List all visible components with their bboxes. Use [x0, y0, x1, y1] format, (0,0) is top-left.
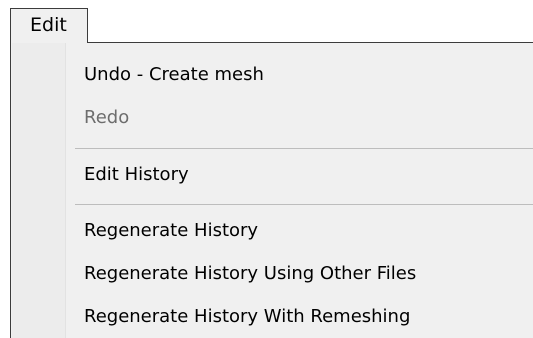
menu-item-regenerate-history-other-files[interactable]: Regenerate History Using Other Files — [84, 256, 416, 292]
edit-menu-dropdown: Undo - Create mesh Redo Edit History Reg… — [10, 42, 533, 338]
menu-separator — [75, 148, 533, 149]
menu-header-seam — [11, 41, 87, 43]
menu-item-regenerate-history-remeshing[interactable]: Regenerate History With Remeshing — [84, 299, 410, 335]
screen: Undo - Create mesh Redo Edit History Reg… — [0, 0, 533, 338]
menu-icon-gutter — [12, 43, 66, 338]
menubar-edit[interactable]: Edit — [10, 8, 88, 42]
menu-item-edit-history[interactable]: Edit History — [84, 157, 189, 193]
menu-item-regenerate-history[interactable]: Regenerate History — [84, 213, 258, 249]
menu-item-redo: Redo — [84, 107, 130, 128]
menu-item-undo[interactable]: Undo - Create mesh — [84, 57, 264, 93]
menu-separator — [75, 204, 533, 205]
